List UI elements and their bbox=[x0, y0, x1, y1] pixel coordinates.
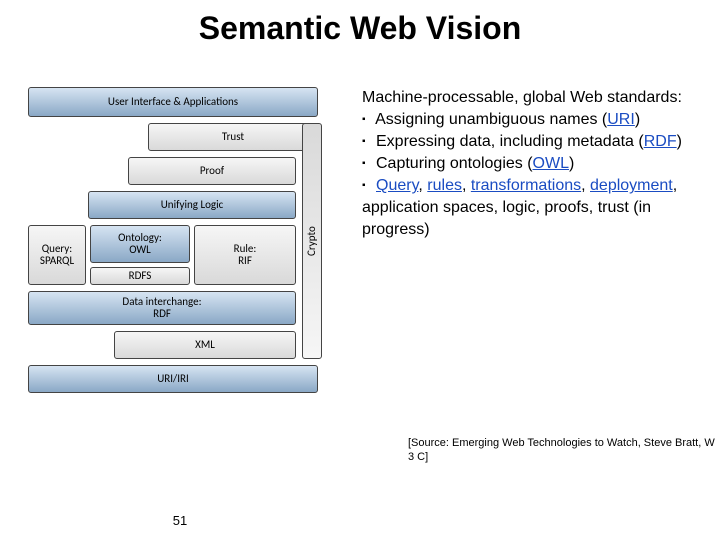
layer-crypto: Crypto bbox=[302, 123, 322, 359]
text: , bbox=[418, 177, 427, 194]
description-column: Machine-processable, global Web standard… bbox=[362, 87, 692, 422]
source-citation: [Source: Emerging Web Technologies to Wa… bbox=[0, 436, 720, 465]
text: , bbox=[462, 177, 471, 194]
layer-rif: Rule: RIF bbox=[194, 225, 296, 285]
link-rules[interactable]: rules bbox=[427, 177, 462, 194]
layer-trust: Trust bbox=[148, 123, 318, 151]
layer-ui: User Interface & Applications bbox=[28, 87, 318, 117]
page-number: 51 bbox=[0, 513, 720, 528]
link-uri[interactable]: URI bbox=[607, 111, 635, 128]
layer-owl: Ontology: OWL bbox=[90, 225, 190, 263]
text: ) bbox=[635, 111, 640, 128]
layer-rdf: Data interchange: RDF bbox=[28, 291, 296, 325]
layer-rdfs: RDFS bbox=[90, 267, 190, 285]
layer-sparql: Query: SPARQL bbox=[28, 225, 86, 285]
bullet-owl: Capturing ontologies (OWL) bbox=[362, 153, 692, 175]
layer-proof: Proof bbox=[128, 157, 296, 185]
layer-uri: URI/IRI bbox=[28, 365, 318, 393]
semantic-web-stack-diagram: User Interface & Applications Trust Proo… bbox=[28, 87, 348, 422]
intro-text: Machine-processable, global Web standard… bbox=[362, 87, 692, 109]
bullet-uri: Assigning unambiguous names (URI) bbox=[362, 109, 692, 131]
text: , bbox=[581, 177, 590, 194]
text: ) bbox=[569, 155, 574, 172]
link-query[interactable]: Query bbox=[376, 177, 418, 194]
bullet-list: Assigning unambiguous names (URI) Expres… bbox=[362, 109, 692, 241]
bullet-progress: Query, rules, transformations, deploymen… bbox=[362, 175, 692, 241]
text: Assigning unambiguous names ( bbox=[375, 111, 607, 128]
page-title: Semantic Web Vision bbox=[0, 0, 720, 47]
text: Capturing ontologies ( bbox=[376, 155, 533, 172]
link-transformations[interactable]: transformations bbox=[471, 177, 581, 194]
link-rdf[interactable]: RDF bbox=[644, 133, 677, 150]
text: ) bbox=[677, 133, 682, 150]
bullet-rdf: Expressing data, including metadata (RDF… bbox=[362, 131, 692, 153]
link-deployment[interactable]: deployment bbox=[590, 177, 673, 194]
link-owl[interactable]: OWL bbox=[533, 155, 569, 172]
layer-xml: XML bbox=[114, 331, 296, 359]
content-row: User Interface & Applications Trust Proo… bbox=[0, 87, 720, 422]
text: Expressing data, including metadata ( bbox=[376, 133, 644, 150]
layer-unifying-logic: Unifying Logic bbox=[88, 191, 296, 219]
